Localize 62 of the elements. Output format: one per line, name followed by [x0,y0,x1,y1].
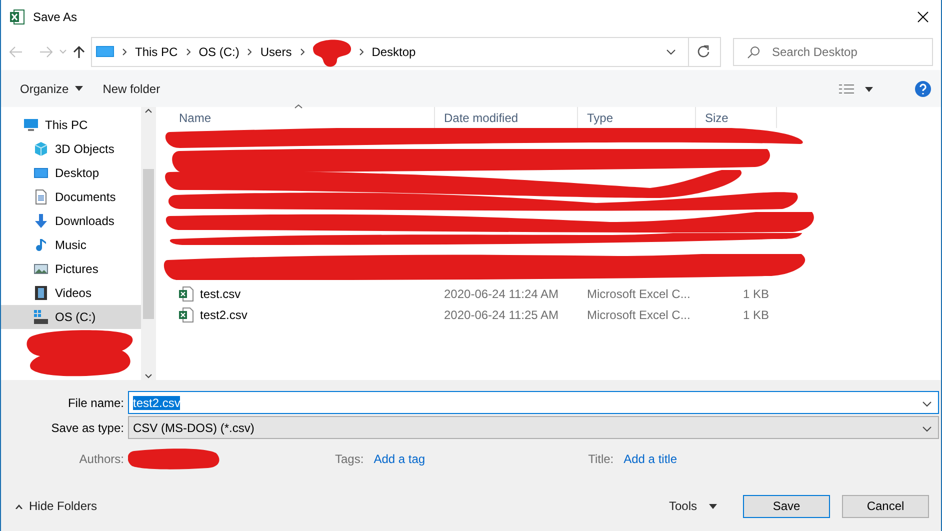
size-cell-text: 1 KB [742,286,770,300]
search-icon [747,46,760,58]
cube-icon [33,141,49,157]
save-button[interactable]: Save [743,494,830,518]
document-icon [33,189,49,205]
window-title: Save As [33,10,78,24]
refresh-icon[interactable] [697,45,710,58]
field-label: File name: [66,396,125,410]
sidebar-item[interactable]: OS (C:) [1,305,141,329]
file-type-dropdown[interactable]: CSV (MS-DOS) (*.csv) [128,416,939,439]
chevron-icon [300,48,305,56]
film-icon [33,285,49,301]
new-folder-button[interactable]: New folder [102,82,160,96]
music-note-icon [33,237,49,253]
down-arrow-icon [33,213,49,229]
search-field[interactable]: Search Desktop [733,38,933,66]
spreadsheet-file-icon [178,286,194,302]
breadcrumb-item[interactable]: OS (C:) [198,44,240,58]
breadcrumb-item[interactable]: Desktop [372,44,416,58]
monitor-icon [33,165,49,181]
file-name-cell[interactable]: test2.csv [170,306,435,322]
field-label: Title: [588,452,615,466]
close-icon[interactable] [917,10,929,22]
computer-icon [23,117,39,133]
computer-icon [96,44,114,58]
type-cell-text: Microsoft Excel C... [586,308,692,322]
breadcrumb-item[interactable]: Users [260,44,292,58]
organize-menu[interactable]: Organize [20,82,83,96]
cancel-button[interactable]: Cancel [842,494,929,518]
drive-icon [33,309,49,325]
spreadsheet-app-icon [9,8,25,24]
help-icon[interactable] [915,80,931,96]
breadcrumb-item[interactable]: This PC [135,44,178,58]
field-label: Tags: [335,452,365,466]
spreadsheet-file-icon [178,306,194,322]
size-cell-text: 1 KB [742,308,770,322]
chevron-icon [247,48,252,56]
chevron-icon [144,108,152,114]
scrollbar[interactable] [141,107,156,380]
sort-caret-icon [294,104,303,109]
file-name-field[interactable]: test2.csv [128,391,939,414]
caret-icon [74,86,83,91]
tools-menu[interactable]: Tools [668,499,717,513]
chevron-icon [122,48,127,56]
date-cell-text: 2020-06-24 11:25 AM [443,308,560,322]
caret-icon [709,504,717,508]
caret-icon [15,504,23,508]
chevron-icon [186,48,191,56]
add-tag-link[interactable]: Add a tag [374,452,426,466]
file-name-cell[interactable]: test.csv [170,286,435,302]
type-cell-text: Microsoft Excel C... [586,286,692,300]
chevron-icon [144,374,152,378]
add-title-link[interactable]: Add a title [624,452,677,466]
view-options-icon[interactable] [839,84,875,94]
address-bar[interactable]: This PC OS (C:) Users Desktop [91,36,721,66]
up-arrow-icon[interactable] [73,44,85,58]
chevron-icon [358,48,364,56]
field-label: Save as type: [50,420,125,434]
picture-icon [33,261,49,277]
date-cell-text: 2020-06-24 11:24 AM [443,286,560,300]
hide-folders-button[interactable]: Hide Folders [15,499,98,513]
field-label: Authors: [78,452,125,466]
